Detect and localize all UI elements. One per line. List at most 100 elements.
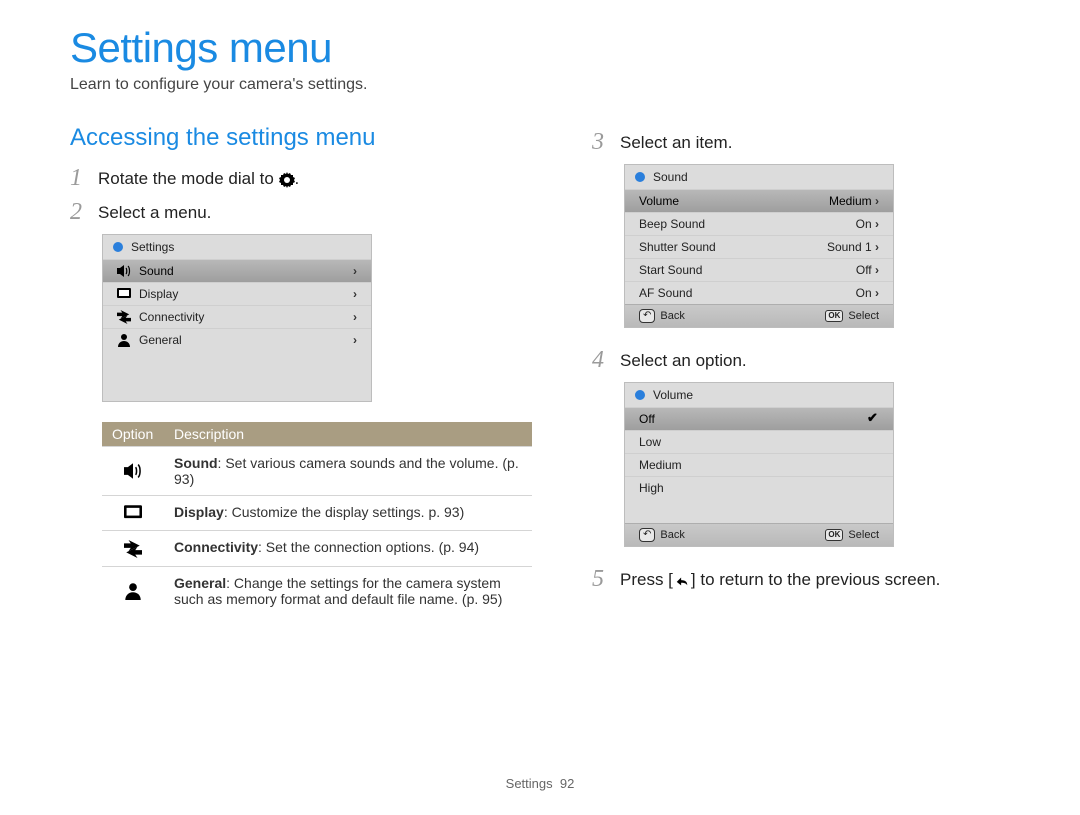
camera-screen-volume: Volume Off Low Medium High — [624, 382, 894, 547]
item-label: AF Sound — [639, 286, 692, 300]
item-value: Off — [856, 263, 872, 277]
checkmark-icon — [867, 413, 879, 425]
item-label: Volume — [639, 194, 679, 208]
return-icon: ↶ — [639, 528, 655, 542]
step-3: 3 Select an item. — [592, 130, 1010, 154]
table-header-row: Option Description — [102, 422, 532, 447]
item-row-shutter-sound[interactable]: Shutter Sound Sound 1 › — [625, 235, 893, 258]
camera-screen-sound: Sound Volume Medium › Beep Sound On › Sh… — [624, 164, 894, 328]
back-button[interactable]: ↶ Back — [639, 309, 685, 323]
option-row-off[interactable]: Off — [625, 407, 893, 430]
step-number: 2 — [70, 200, 98, 224]
item-value: Medium — [829, 194, 872, 208]
lcd-header: Settings — [103, 235, 371, 259]
footer-section: Settings — [506, 776, 553, 791]
lcd-footer: ↶ Back OK Select — [625, 304, 893, 327]
item-value: Sound 1 — [827, 240, 872, 254]
option-row-medium[interactable]: Medium — [625, 453, 893, 476]
step-number: 1 — [70, 166, 98, 190]
table-row: General: Change the settings for the cam… — [102, 566, 532, 615]
section-heading: Accessing the settings menu — [70, 124, 532, 152]
return-icon — [673, 571, 691, 591]
select-button[interactable]: OK Select — [825, 528, 879, 542]
table-row: Sound: Set various camera sounds and the… — [102, 447, 532, 496]
menu-label: General — [139, 333, 182, 347]
step-1: 1 Rotate the mode dial to . — [70, 166, 532, 190]
chevron-right-icon: › — [875, 263, 879, 277]
table-cell-description: Connectivity: Set the connection options… — [164, 531, 532, 566]
person-icon — [102, 566, 164, 615]
step-number: 3 — [592, 130, 620, 154]
content-columns: Accessing the settings menu 1 Rotate the… — [70, 124, 1010, 615]
lcd-footer: ↶ Back OK Select — [625, 523, 893, 546]
back-button[interactable]: ↶ Back — [639, 528, 685, 542]
menu-label: Display — [139, 287, 178, 301]
right-column: 3 Select an item. Sound Volume Medium › … — [592, 124, 1010, 615]
person-icon — [117, 333, 131, 347]
option-row-low[interactable]: Low — [625, 430, 893, 453]
return-icon: ↶ — [639, 309, 655, 323]
mode-indicator-icon — [113, 242, 123, 252]
select-button[interactable]: OK Select — [825, 309, 879, 323]
chevron-right-icon: › — [875, 286, 879, 300]
step-5-post: ] to return to the previous screen. — [691, 570, 940, 589]
item-row-volume[interactable]: Volume Medium › — [625, 189, 893, 212]
footer-page-number: 92 — [560, 776, 574, 791]
page-body: Settings menu Learn to configure your ca… — [0, 0, 1080, 615]
lcd-header: Sound — [625, 165, 893, 189]
mode-indicator-icon — [635, 390, 645, 400]
back-label: Back — [660, 529, 684, 541]
step-text: Select a menu. — [98, 200, 211, 223]
option-label: Off — [639, 412, 655, 426]
gear-icon — [279, 170, 295, 190]
ok-icon: OK — [825, 529, 843, 541]
step-text: Select an option. — [620, 348, 747, 371]
table-row: Connectivity: Set the connection options… — [102, 531, 532, 566]
display-icon — [102, 496, 164, 531]
table-cell-description: Sound: Set various camera sounds and the… — [164, 447, 532, 496]
step-4: 4 Select an option. — [592, 348, 1010, 372]
select-label: Select — [848, 310, 879, 322]
item-row-af-sound[interactable]: AF Sound On › — [625, 281, 893, 304]
chevron-right-icon: › — [875, 194, 879, 208]
item-value: On — [856, 286, 872, 300]
item-row-start-sound[interactable]: Start Sound Off › — [625, 258, 893, 281]
page-title: Settings menu — [70, 24, 1010, 72]
lcd-title: Settings — [131, 240, 174, 254]
page-subtitle: Learn to configure your camera's setting… — [70, 76, 1010, 94]
menu-label: Connectivity — [139, 310, 204, 324]
menu-row-sound[interactable]: Sound › — [103, 259, 371, 282]
chevron-right-icon: › — [353, 264, 357, 278]
menu-row-connectivity[interactable]: Connectivity › — [103, 305, 371, 328]
page-footer: Settings 92 — [0, 776, 1080, 791]
chevron-right-icon: › — [875, 217, 879, 231]
chevron-right-icon: › — [353, 333, 357, 347]
item-label: Beep Sound — [639, 217, 705, 231]
table-cell-description: Display: Customize the display settings.… — [164, 496, 532, 531]
step-1-suffix: . — [295, 169, 300, 188]
step-5-pre: Press [ — [620, 570, 673, 589]
option-row-high[interactable]: High — [625, 476, 893, 499]
lcd-title: Sound — [653, 170, 688, 184]
menu-row-general[interactable]: General › — [103, 328, 371, 351]
item-row-beep-sound[interactable]: Beep Sound On › — [625, 212, 893, 235]
option-description-table: Option Description Sound: Set various ca… — [102, 422, 532, 615]
step-number: 5 — [592, 567, 620, 591]
step-2: 2 Select a menu. — [70, 200, 532, 224]
option-label: Low — [639, 435, 661, 449]
item-label: Start Sound — [639, 263, 702, 277]
option-label: High — [639, 481, 664, 495]
col-header-option: Option — [102, 422, 164, 447]
select-label: Select — [848, 529, 879, 541]
chevron-right-icon: › — [875, 240, 879, 254]
lcd-empty-area — [103, 351, 371, 401]
table-row: Display: Customize the display settings.… — [102, 496, 532, 531]
lcd-header: Volume — [625, 383, 893, 407]
speaker-icon — [117, 264, 131, 278]
menu-row-display[interactable]: Display › — [103, 282, 371, 305]
menu-label: Sound — [139, 264, 174, 278]
mode-indicator-icon — [635, 172, 645, 182]
chevron-right-icon: › — [353, 287, 357, 301]
left-column: Accessing the settings menu 1 Rotate the… — [70, 124, 532, 615]
item-label: Shutter Sound — [639, 240, 716, 254]
